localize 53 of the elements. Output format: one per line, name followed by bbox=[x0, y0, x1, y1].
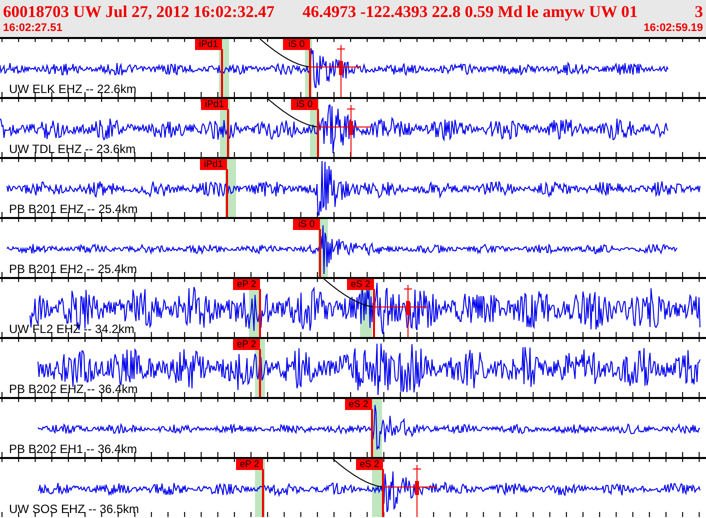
channel-label: PB B202 EHZ -- 36.4km bbox=[9, 383, 138, 396]
start-time: 16:02:27.51 bbox=[3, 22, 62, 35]
pick-label[interactable]: iPd1 bbox=[201, 99, 228, 110]
trace-panel[interactable]: iPd1 iS 0 UW TDL EHZ -- 23.6km bbox=[0, 97, 706, 157]
pick-line bbox=[382, 469, 384, 517]
coda-marker-drawing bbox=[382, 464, 438, 517]
pick-line bbox=[259, 289, 261, 337]
trace-panel[interactable]: eP 2 eS 2 UW FL2 EHZ -- 34.2km bbox=[0, 277, 706, 337]
pick-line bbox=[226, 169, 228, 217]
pick-label[interactable]: eP 2 bbox=[233, 279, 260, 290]
pick-label[interactable]: iS 0 bbox=[291, 99, 318, 110]
decay-curve bbox=[324, 278, 374, 308]
coda-marker-drawing bbox=[310, 44, 362, 97]
pick-label[interactable]: eP 2 bbox=[236, 459, 263, 470]
channel-label: PB B201 EHZ -- 25.4km bbox=[9, 203, 138, 216]
pick-line bbox=[373, 289, 375, 337]
decay-curve bbox=[260, 38, 310, 68]
pick-line bbox=[221, 49, 223, 97]
coda-marker-drawing bbox=[318, 104, 372, 157]
channel-label: PB B202 EH1 -- 36.4km bbox=[9, 443, 138, 456]
pick-label[interactable]: iS 0 bbox=[283, 39, 310, 50]
coda-marker-drawing bbox=[374, 284, 428, 337]
pick-label[interactable]: iPd1 bbox=[195, 39, 222, 50]
channel-label: UW TDL EHZ -- 23.6km bbox=[9, 143, 136, 156]
end-time: 16:02:59.19 bbox=[644, 22, 703, 35]
pick-line bbox=[259, 349, 261, 397]
pick-label[interactable]: eS 2 bbox=[345, 399, 372, 410]
pick-label[interactable]: eS 2 bbox=[356, 459, 383, 470]
trace-panel[interactable]: iPd1 iS 0 UW ELK EHZ -- 22.6km bbox=[0, 37, 706, 97]
channel-label: UW FL2 EHZ -- 34.2km bbox=[9, 323, 134, 336]
event-summary: 60018703 UW Jul 27, 2012 16:02:32.47 bbox=[3, 2, 274, 22]
decay-curve bbox=[332, 458, 384, 488]
location-summary: 46.4973 -122.4393 22.8 0.59 Md le amyw UW 01 bbox=[302, 2, 638, 22]
pick-line bbox=[317, 109, 319, 157]
trace-panel[interactable]: iPd1 PB B201 EHZ -- 25.4km bbox=[0, 157, 706, 217]
pick-line bbox=[227, 109, 229, 157]
channel-label: PB B201 EH2 -- 25.4km bbox=[9, 263, 138, 276]
pick-label[interactable]: iS 0 bbox=[293, 219, 320, 230]
pick-line bbox=[371, 409, 373, 457]
pick-label[interactable]: iPd1 bbox=[200, 159, 227, 170]
decay-curve bbox=[268, 98, 318, 128]
trace-panel[interactable]: iS 0 PB B201 EH2 -- 25.4km bbox=[0, 217, 706, 277]
trace-panel[interactable]: eS 2 PB B202 EH1 -- 36.4km bbox=[0, 397, 706, 457]
pick-label[interactable]: eP 2 bbox=[233, 339, 260, 350]
count-label: 3 bbox=[694, 2, 703, 22]
channel-label: UW ELK EHZ -- 22.6km bbox=[9, 83, 136, 96]
pick-label[interactable]: eS 2 bbox=[347, 279, 374, 290]
pick-line bbox=[309, 49, 311, 97]
pick-line bbox=[262, 469, 264, 517]
trace-panel[interactable]: eP 2 eS 2 UW SOS EHZ -- 36.5km bbox=[0, 457, 706, 517]
channel-label: UW SOS EHZ -- 36.5km bbox=[9, 503, 140, 516]
pick-line bbox=[319, 229, 321, 277]
trace-panel[interactable]: eP 2 PB B202 EHZ -- 36.4km bbox=[0, 337, 706, 397]
